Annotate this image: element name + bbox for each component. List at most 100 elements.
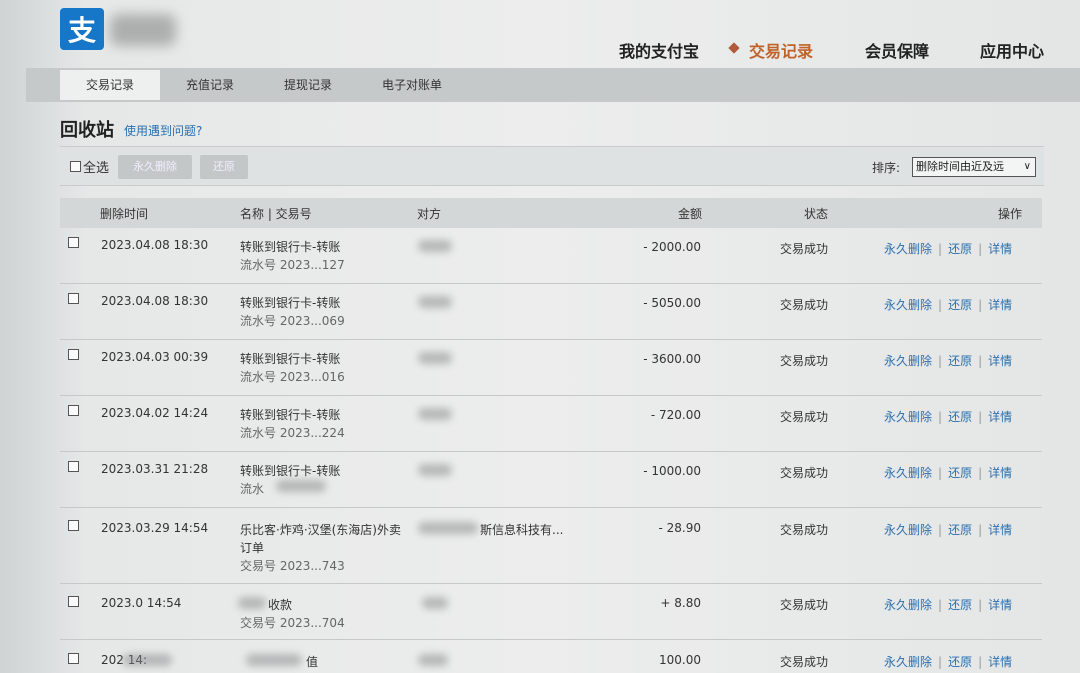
sort-select[interactable]: 删除时间由近及远 ∨	[912, 157, 1036, 177]
select-all-checkbox[interactable]	[70, 161, 81, 172]
row-checkbox[interactable]	[68, 596, 79, 607]
select-all[interactable]: 全选	[70, 157, 109, 176]
row-permanent-delete-link[interactable]: 永久删除	[884, 410, 932, 424]
tab-statement[interactable]: 电子对账单	[360, 68, 464, 102]
row-time-blurred	[122, 654, 172, 666]
row-time: 2023.04.02 14:24	[101, 406, 209, 420]
row-name-blurred	[238, 597, 266, 609]
row-time: 2023.04.08 18:30	[101, 238, 209, 252]
sub-tabs: 交易记录 充值记录 提现记录 电子对账单	[26, 68, 1080, 102]
tab-withdraw[interactable]: 提现记录	[258, 68, 358, 102]
row-restore-link[interactable]: 还原	[948, 242, 972, 256]
row-permanent-delete-link[interactable]: 永久删除	[884, 298, 932, 312]
row-permanent-delete-link[interactable]: 永久删除	[884, 523, 932, 537]
row-detail-link[interactable]: 详情	[988, 298, 1012, 312]
row-name-line2: 订单	[240, 541, 265, 555]
row-counterparty-blurred	[418, 464, 452, 476]
sort-select-value: 删除时间由近及远	[916, 160, 1004, 173]
row-restore-link[interactable]: 还原	[948, 466, 972, 480]
col-name: 名称 | 交易号	[240, 207, 312, 221]
row-name[interactable]: 值	[306, 653, 318, 670]
row-status: 交易成功	[780, 298, 829, 312]
sort-label: 排序:	[872, 161, 901, 175]
row-ops: 永久删除 | 还原 | 详情	[884, 298, 1013, 312]
row-name[interactable]: 乐比客·炸鸡·汉堡(东海店)外卖	[240, 521, 401, 538]
row-detail-link[interactable]: 详情	[988, 523, 1012, 537]
row-permanent-delete-link[interactable]: 永久删除	[884, 598, 932, 612]
row-detail-link[interactable]: 详情	[988, 598, 1012, 612]
row-name[interactable]: 收款	[268, 596, 292, 613]
row-counterparty-blurred	[418, 296, 452, 308]
row-restore-link[interactable]: 还原	[948, 598, 972, 612]
table-row: 202 14: 值 100.00 交易成功 永久删除|还原|详情	[60, 640, 1042, 673]
row-restore-link[interactable]: 还原	[948, 655, 972, 669]
row-time: 2023.03.29 14:54	[101, 521, 209, 535]
row-counterparty: 斯信息科技有...	[480, 523, 564, 537]
row-counterparty-blurred	[418, 522, 478, 534]
row-serial: 流水号 2023...069	[240, 314, 345, 328]
row-name[interactable]: 转账到银行卡-转账	[240, 406, 340, 423]
restore-button[interactable]: 还原	[200, 155, 248, 179]
row-ops: 永久删除 | 还原 | 详情	[884, 523, 1013, 537]
table-row: 2023.04.08 18:30 转账到银行卡-转账 流水号 2023...12…	[60, 228, 1042, 284]
table-row: 2023.04.02 14:24 转账到银行卡-转账 流水号 2023...22…	[60, 396, 1042, 452]
row-amount: - 2000.00	[643, 240, 701, 254]
row-restore-link[interactable]: 还原	[948, 523, 972, 537]
row-restore-link[interactable]: 还原	[948, 354, 972, 368]
tab-recharge[interactable]: 充值记录	[160, 68, 260, 102]
row-checkbox[interactable]	[68, 349, 79, 360]
row-checkbox[interactable]	[68, 461, 79, 472]
row-status: 交易成功	[780, 466, 829, 480]
row-restore-link[interactable]: 还原	[948, 298, 972, 312]
row-permanent-delete-link[interactable]: 永久删除	[884, 242, 932, 256]
row-name[interactable]: 转账到银行卡-转账	[240, 462, 340, 479]
row-counterparty-blurred	[418, 408, 452, 420]
row-detail-link[interactable]: 详情	[988, 410, 1012, 424]
row-ops: 永久删除 | 还原 | 详情	[884, 242, 1013, 256]
row-restore-link[interactable]: 还原	[948, 410, 972, 424]
row-detail-link[interactable]: 详情	[988, 466, 1012, 480]
row-serial: 流水	[240, 482, 265, 496]
row-permanent-delete-link[interactable]: 永久删除	[884, 466, 932, 480]
row-time: 2023.03.31 21:28	[101, 462, 209, 476]
row-name[interactable]: 转账到银行卡-转账	[240, 238, 340, 255]
help-link[interactable]: 使用遇到问题?	[124, 122, 202, 139]
top-nav: 我的支付宝 交易记录 会员保障 应用中心	[0, 38, 1080, 62]
row-checkbox[interactable]	[68, 293, 79, 304]
row-status: 交易成功	[780, 523, 829, 537]
permanent-delete-button[interactable]: 永久删除	[118, 155, 192, 179]
row-permanent-delete-link[interactable]: 永久删除	[884, 655, 932, 669]
row-checkbox[interactable]	[68, 520, 79, 531]
nav-transactions[interactable]: 交易记录	[749, 38, 813, 62]
nav-my-alipay[interactable]: 我的支付宝	[619, 38, 699, 62]
row-counterparty-blurred	[418, 240, 452, 252]
row-serial: 流水号 2023...224	[240, 426, 345, 440]
row-status: 交易成功	[780, 598, 829, 612]
row-detail-link[interactable]: 详情	[988, 354, 1012, 368]
row-serial: 流水号 2023...127	[240, 258, 345, 272]
row-amount: - 720.00	[650, 408, 701, 422]
row-detail-link[interactable]: 详情	[988, 655, 1012, 669]
table-row: 2023.03.31 21:28 转账到银行卡-转账 流水 - 1000.00 …	[60, 452, 1042, 508]
row-amount: - 1000.00	[643, 464, 701, 478]
row-time: 2023.0 14:54	[101, 596, 182, 610]
row-time: 2023.04.08 18:30	[101, 294, 209, 308]
row-permanent-delete-link[interactable]: 永久删除	[884, 354, 932, 368]
row-counterparty-blurred	[418, 352, 452, 364]
row-amount: - 5050.00	[643, 296, 701, 310]
row-name[interactable]: 转账到银行卡-转账	[240, 350, 340, 367]
row-name[interactable]: 转账到银行卡-转账	[240, 294, 340, 311]
col-amount: 金额	[678, 207, 703, 221]
row-ops: 永久删除 | 还原 | 详情	[884, 410, 1013, 424]
toolbar: 全选 永久删除 还原 排序: 删除时间由近及远 ∨	[60, 146, 1044, 186]
nav-member-protection[interactable]: 会员保障	[865, 38, 929, 62]
row-amount: 100.00	[659, 653, 701, 667]
chevron-down-icon: ∨	[1023, 161, 1031, 172]
col-time: 删除时间	[100, 207, 149, 221]
tab-transactions[interactable]: 交易记录	[60, 70, 160, 100]
row-checkbox[interactable]	[68, 405, 79, 416]
nav-app-center[interactable]: 应用中心	[980, 38, 1044, 62]
row-detail-link[interactable]: 详情	[988, 242, 1012, 256]
row-checkbox[interactable]	[68, 237, 79, 248]
row-checkbox[interactable]	[68, 653, 79, 664]
